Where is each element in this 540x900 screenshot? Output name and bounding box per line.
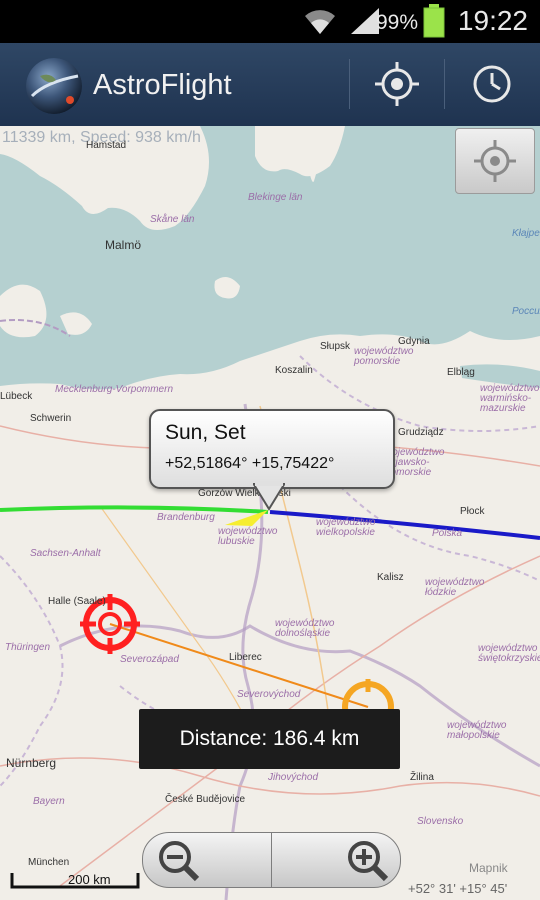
region-label: Polska <box>432 528 463 539</box>
map-attribution: Mapnik <box>469 861 508 875</box>
place-label: Płock <box>460 506 485 517</box>
region-label: województwo świętokrzyskie <box>478 643 540 664</box>
battery-icon <box>423 4 445 38</box>
region-label: Россия <box>512 306 540 317</box>
map-base <box>0 126 540 900</box>
place-label: Słupsk <box>320 341 351 352</box>
time-button[interactable] <box>466 58 518 110</box>
region-label: województwo wielkopolskie <box>316 517 376 538</box>
region-label: Bayern <box>33 796 65 807</box>
place-label: Lübeck <box>0 391 33 402</box>
region-label: Skåne län <box>150 214 195 225</box>
region-label: województwo warmińsko-mazurskie <box>480 383 540 414</box>
center-location-button[interactable] <box>455 128 535 194</box>
region-label: województwo lubuskie <box>218 526 278 547</box>
place-label: Nürnberg <box>6 756 57 770</box>
region-label: Mecklenburg-Vorpommern <box>55 384 174 395</box>
place-label: Liberec <box>229 652 262 663</box>
region-label: województwo kujawsko-pomorskie <box>385 447 445 478</box>
region-label: Blekinge län <box>248 192 303 203</box>
region-label: Severovýchod <box>237 689 301 700</box>
region-label: Severozápad <box>120 654 179 665</box>
app-logo-icon[interactable] <box>26 58 82 114</box>
app-title: AstroFlight <box>93 69 232 101</box>
locate-icon <box>474 140 516 182</box>
region-label: Slovensko <box>417 816 464 827</box>
place-label: Elbląg <box>447 367 475 378</box>
region-label: Brandenburg <box>157 512 215 523</box>
map-view[interactable]: 11339 km, Speed: 938 km/h Hamstad Malmö … <box>0 126 540 900</box>
place-label: Kalisz <box>377 572 404 583</box>
zoom-out-icon <box>159 841 200 882</box>
wifi-icon <box>305 10 335 34</box>
place-label: Grudziądz <box>398 427 444 438</box>
action-bar: AstroFlight <box>0 43 540 128</box>
locate-icon <box>375 62 419 106</box>
map-coordinate-readout: +52° 31' +15° 45' <box>408 881 508 896</box>
sun-info-callout[interactable]: Sun, Set +52,51864° +15,75422° <box>149 409 395 489</box>
region-label: województwo łódzkie <box>425 577 485 598</box>
region-label: województwo pomorskie <box>354 346 414 367</box>
map-scale-label: 200 km <box>68 872 111 887</box>
status-bar: 99% 19:22 <box>0 0 540 43</box>
distance-toast: Distance: 186.4 km <box>139 709 400 769</box>
zoom-in-button[interactable] <box>271 832 401 888</box>
place-label: Žilina <box>410 772 434 783</box>
place-label: Hamstad <box>86 140 127 151</box>
clock-icon <box>473 65 511 103</box>
zoom-out-button[interactable] <box>142 832 272 888</box>
region-label: Jihovýchod <box>268 772 319 783</box>
region-label: województwo dolnośląskie <box>275 618 335 639</box>
region-label: województwo małopolskie <box>447 720 507 741</box>
callout-title: Sun, Set <box>165 421 246 444</box>
place-label: Koszalin <box>275 365 313 376</box>
place-label: České Budějovice <box>165 794 246 805</box>
zoom-controls <box>142 832 401 888</box>
callout-pointer <box>253 483 285 511</box>
action-divider <box>349 59 350 109</box>
battery-percent: 99% <box>375 11 418 34</box>
region-label: Sachsen-Anhalt <box>30 548 101 559</box>
place-label: München <box>28 857 70 868</box>
region-label: Thüringen <box>5 642 51 653</box>
action-divider <box>444 59 445 109</box>
clock-time: 19:22 <box>457 5 528 36</box>
place-label: Halle (Saale) <box>48 596 106 607</box>
place-label: Malmö <box>105 238 142 252</box>
zoom-in-icon <box>348 841 389 882</box>
callout-coordinates: +52,51864° +15,75422° <box>165 455 335 472</box>
region-label: Kłajpeda <box>512 228 540 239</box>
locate-button[interactable] <box>371 58 423 110</box>
place-label: Schwerin <box>30 413 72 424</box>
